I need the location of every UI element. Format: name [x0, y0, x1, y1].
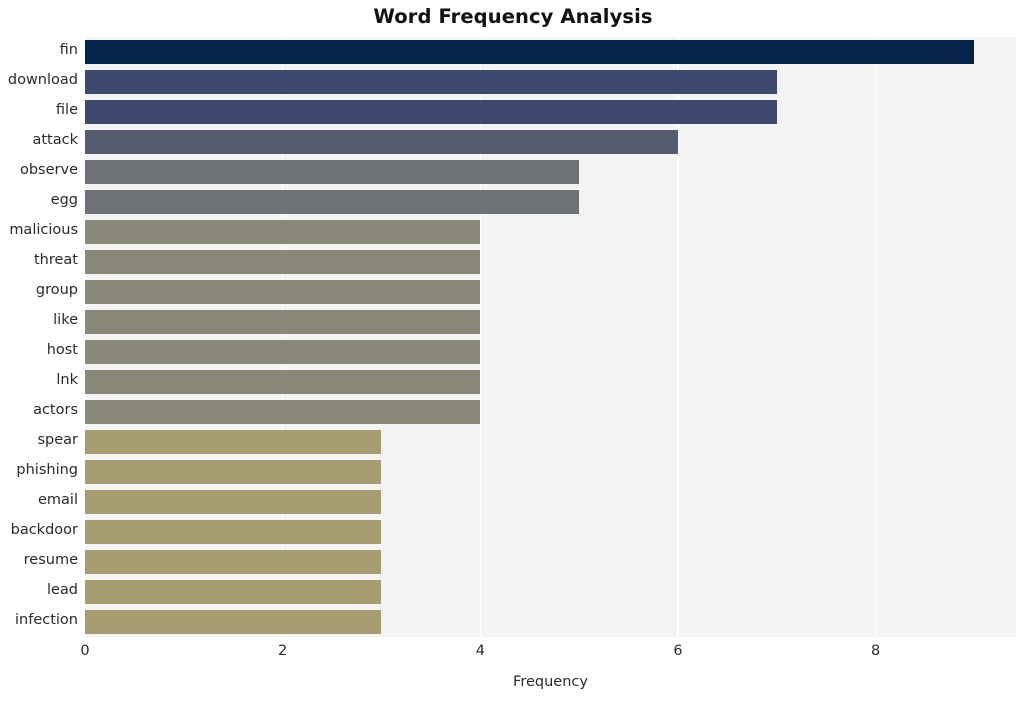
bar-row [85, 40, 1016, 64]
gridline-vertical [874, 37, 877, 637]
bar-infection [85, 610, 382, 634]
bar-observe [85, 160, 580, 184]
bar-row [85, 490, 1016, 514]
bar-row [85, 220, 1016, 244]
bar-row [85, 70, 1016, 94]
y-tick-label-fin: fin [59, 42, 78, 58]
x-axis-label: Frequency [513, 674, 588, 690]
gridline-vertical [281, 37, 284, 637]
bar-download [85, 70, 777, 94]
bar-email [85, 490, 382, 514]
y-tick-label-attack: attack [32, 132, 78, 148]
x-tick-label-8: 8 [871, 643, 881, 659]
x-tick-label-0: 0 [80, 643, 90, 659]
gridline-vertical [85, 37, 86, 637]
y-tick-label-backdoor: backdoor [10, 522, 78, 538]
gridline-vertical [479, 37, 482, 637]
chart-figure: Word Frequency Analysis fin download file a… [0, 0, 1026, 701]
bar-phishing [85, 460, 382, 484]
y-tick-label-malicious: malicious [9, 222, 78, 238]
y-tick-label-threat: threat [33, 252, 78, 268]
y-tick-label-spear: spear [37, 432, 78, 448]
y-tick-label-file: file [55, 102, 78, 118]
bar-row [85, 430, 1016, 454]
bar-threat [85, 250, 481, 274]
y-tick-label-resume: resume [23, 552, 78, 568]
x-axis-tick-labels: 0 2 4 6 8 [0, 637, 1026, 667]
x-tick-label-4: 4 [475, 643, 485, 659]
bar-actors [85, 400, 481, 424]
x-tick-label-6: 6 [673, 643, 683, 659]
bar-lnk [85, 370, 481, 394]
bar-host [85, 340, 481, 364]
y-tick-label-egg: egg [50, 192, 78, 208]
y-tick-label-phishing: phishing [16, 462, 78, 478]
bar-row [85, 310, 1016, 334]
plot-area [85, 37, 1016, 637]
y-tick-label-lnk: lnk [56, 372, 78, 388]
y-tick-label-infection: infection [15, 612, 78, 628]
bar-row [85, 160, 1016, 184]
bar-row [85, 250, 1016, 274]
bar-file [85, 100, 777, 124]
bar-malicious [85, 220, 481, 244]
bar-row [85, 190, 1016, 214]
bar-group [85, 280, 481, 304]
bar-egg [85, 190, 580, 214]
y-tick-label-email: email [38, 492, 78, 508]
chart-title: Word Frequency Analysis [373, 5, 653, 28]
bar-resume [85, 550, 382, 574]
y-tick-label-actors: actors [33, 402, 78, 418]
x-tick-label-2: 2 [278, 643, 288, 659]
bar-row [85, 340, 1016, 364]
y-tick-label-observe: observe [19, 162, 78, 178]
bar-spear [85, 430, 382, 454]
bar-fin [85, 40, 975, 64]
bar-lead [85, 580, 382, 604]
bar-like [85, 310, 481, 334]
y-tick-label-like: like [53, 312, 78, 328]
bar-attack [85, 130, 678, 154]
bar-row [85, 580, 1016, 604]
gridline-vertical [677, 37, 679, 637]
y-tick-label-host: host [46, 342, 78, 358]
y-tick-label-lead: lead [46, 582, 78, 598]
bar-row [85, 550, 1016, 574]
bar-row [85, 610, 1016, 634]
bar-row [85, 280, 1016, 304]
bar-row [85, 400, 1016, 424]
y-tick-label-download: download [7, 72, 78, 88]
bar-row [85, 370, 1016, 394]
y-tick-label-group: group [35, 282, 78, 298]
bar-row [85, 460, 1016, 484]
bar-backdoor [85, 520, 382, 544]
bar-row [85, 520, 1016, 544]
y-axis-tick-labels: fin download file attack observe egg malicious… [0, 37, 78, 637]
bar-row [85, 100, 1016, 124]
bar-row [85, 130, 1016, 154]
